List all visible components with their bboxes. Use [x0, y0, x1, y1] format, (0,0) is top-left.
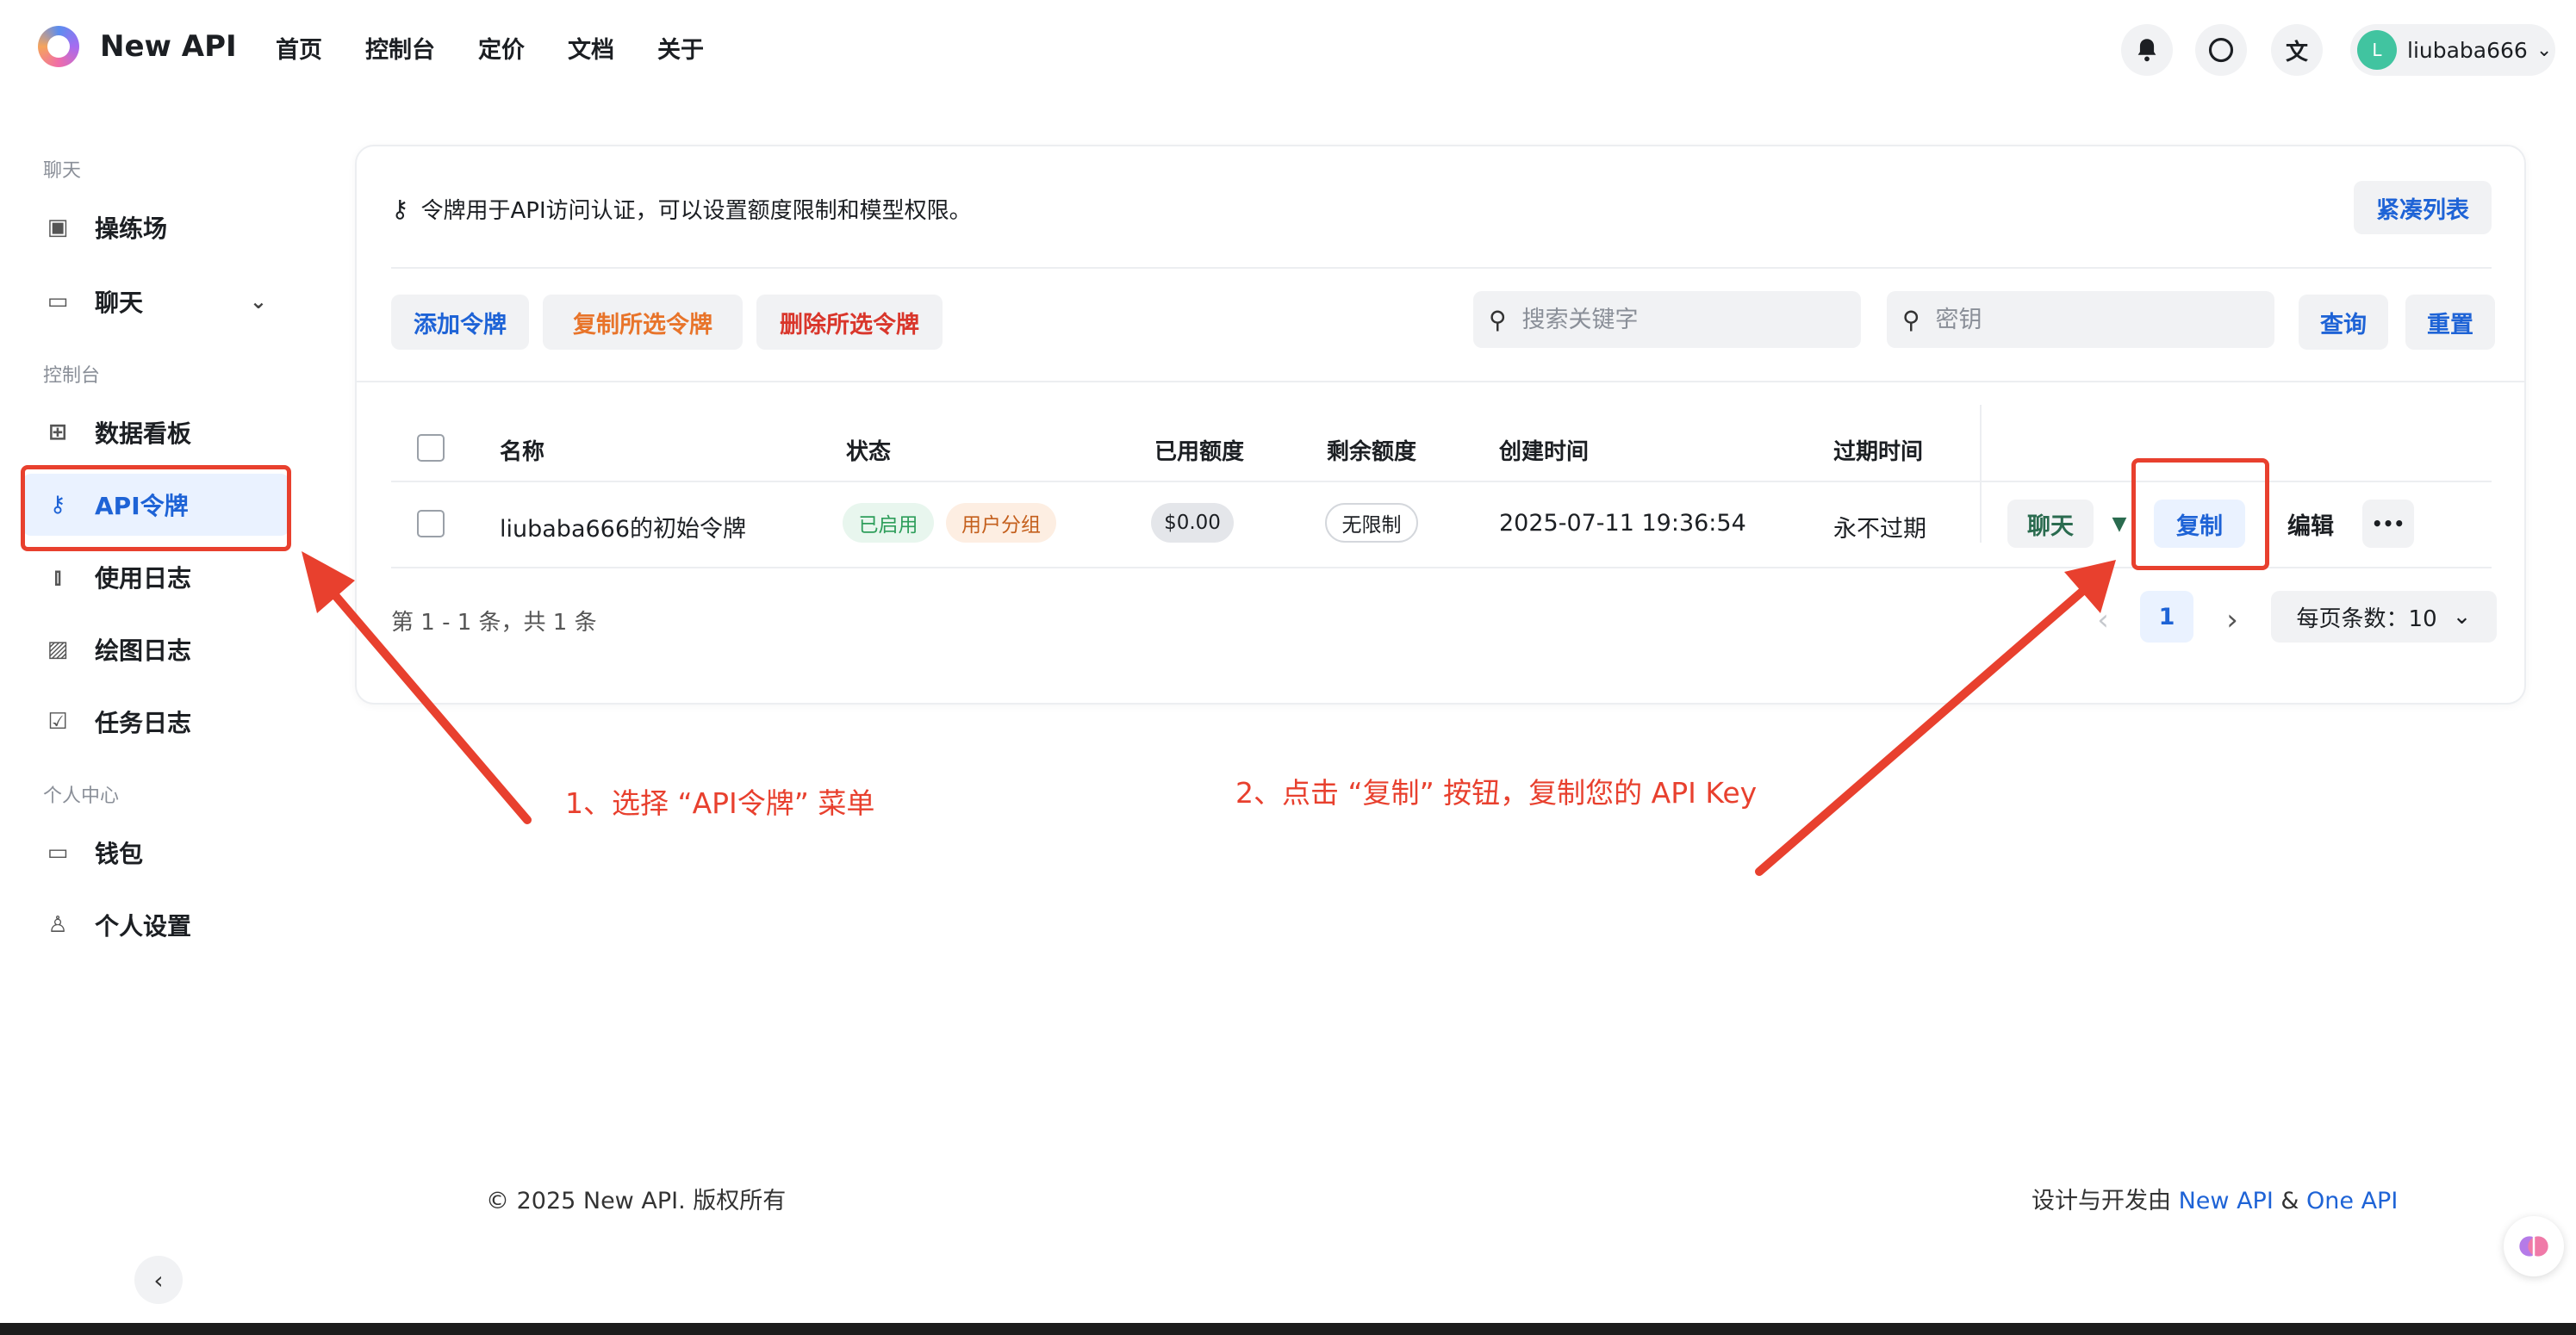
annotation-step-2: 2、点击 “复制” 按钮，复制您的 API Key: [1235, 776, 1758, 810]
annotation-arrows: [302, 551, 2116, 876]
window-bottom-edge: [0, 1323, 2576, 1335]
app-page: { "header": { "brand": "New API", "nav":…: [0, 0, 2576, 1335]
annotation-step-1: 1、选择 “API令牌” 菜单: [565, 786, 875, 820]
